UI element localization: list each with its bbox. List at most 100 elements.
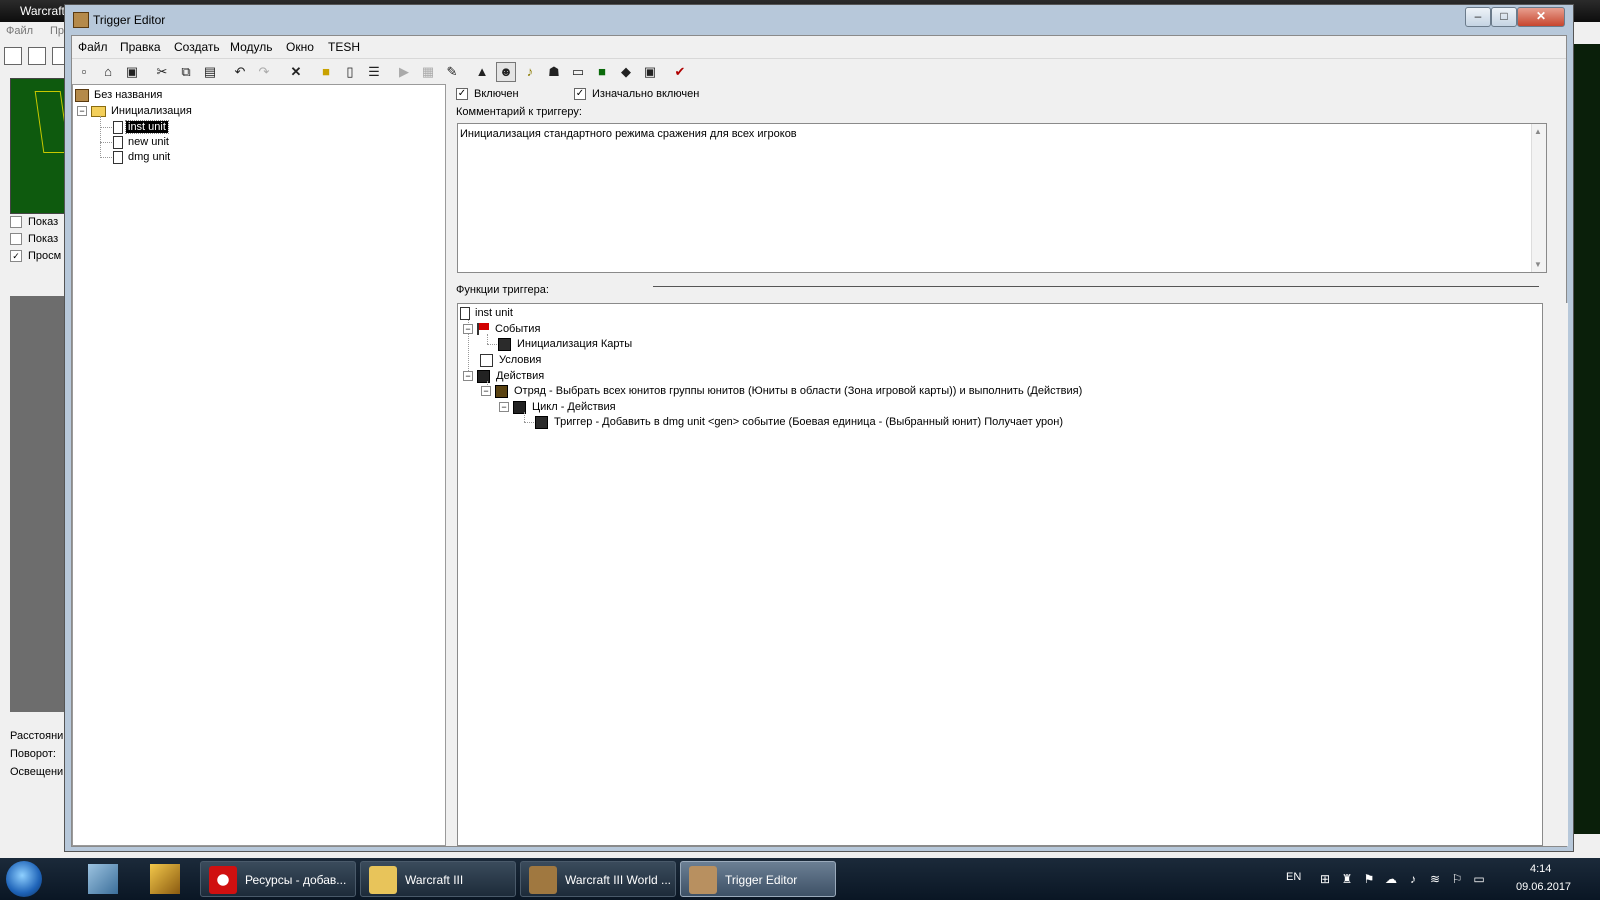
tree-root[interactable]: Без названия xyxy=(75,88,164,103)
bg-checkbox-2[interactable]: Показ xyxy=(10,233,58,247)
func-action-group-pick[interactable]: − Отряд - Выбрать всех юнитов группы юнит… xyxy=(481,384,1084,399)
folder-icon xyxy=(91,105,106,117)
initially-on-checkbox[interactable]: ✓ Изначально включен xyxy=(574,88,699,101)
menu-edit[interactable]: Правка xyxy=(120,40,161,54)
func-conditions-node[interactable]: Условия xyxy=(480,353,543,368)
task-folder[interactable]: Warcraft III xyxy=(360,861,516,897)
sound-editor-icon[interactable]: ♪ xyxy=(520,62,540,82)
actions-icon xyxy=(477,369,490,383)
menu-tesh[interactable]: TESH xyxy=(328,40,360,54)
check-icon: ✓ xyxy=(456,88,468,101)
func-event-map-init[interactable]: Инициализация Карты xyxy=(498,337,634,352)
comment-scrollbar[interactable]: ▲ ▼ xyxy=(1531,124,1546,272)
trigger-editor-icon xyxy=(689,866,717,894)
ai-editor-icon[interactable]: ■ xyxy=(592,62,612,82)
quicklaunch-app-icon[interactable] xyxy=(150,864,180,894)
start-button[interactable] xyxy=(6,861,42,897)
tesh-icon[interactable]: ✔ xyxy=(670,62,690,82)
language-indicator[interactable]: EN xyxy=(1286,871,1301,883)
task-world-editor[interactable]: Warcraft III World ... xyxy=(520,861,676,897)
func-actions-node[interactable]: − Действия xyxy=(463,369,546,384)
minimap[interactable] xyxy=(10,78,70,214)
delete-icon[interactable]: ✕ xyxy=(286,62,306,82)
redo-icon[interactable]: ↷ xyxy=(254,62,274,82)
new-icon[interactable] xyxy=(4,47,22,65)
functions-label: Функции триггера: xyxy=(456,284,549,296)
collapse-icon[interactable]: − xyxy=(481,386,491,397)
test-map-icon[interactable]: ▶ xyxy=(394,62,414,82)
taskbar: Ресурсы - добав... Warcraft III Warcraft… xyxy=(0,858,1600,900)
open-icon[interactable]: ⌂ xyxy=(98,62,118,82)
trigger-tree[interactable]: Без названия − Инициализация inst unit ne… xyxy=(72,84,446,846)
cloud-icon[interactable]: ☁ xyxy=(1384,872,1398,886)
new-trigger-icon[interactable]: ▯ xyxy=(340,62,360,82)
tree-trigger-dmg-unit[interactable]: dmg unit xyxy=(113,150,172,165)
menu-create[interactable]: Создать xyxy=(174,40,220,54)
clock-time[interactable]: 4:14 xyxy=(1530,863,1551,875)
task-trigger-editor[interactable]: Trigger Editor xyxy=(680,861,836,897)
disabled-icon[interactable]: ▦ xyxy=(418,62,438,82)
undo-icon[interactable]: ↶ xyxy=(230,62,250,82)
module-icon[interactable]: ▣ xyxy=(640,62,660,82)
new-icon[interactable]: ▫ xyxy=(74,62,94,82)
trigger-doc-icon xyxy=(113,135,123,149)
trigger-detail-pane: ✓ Включен ✓ Изначально включен Комментарий… xyxy=(452,84,1568,846)
terrain-editor-icon[interactable]: ▲ xyxy=(472,62,492,82)
clock-date[interactable]: 09.06.2017 xyxy=(1516,881,1571,893)
collapse-icon[interactable]: − xyxy=(463,324,473,335)
new-comment-icon[interactable]: ☰ xyxy=(364,62,384,82)
wifi-icon[interactable]: ≋ xyxy=(1428,872,1442,886)
wand-icon[interactable]: ✎ xyxy=(442,62,462,82)
import-manager-icon[interactable]: ◆ xyxy=(616,62,636,82)
comment-textarea[interactable]: Инициализация стандартного режима сражен… xyxy=(457,123,1547,273)
menu-file[interactable]: Файл xyxy=(78,40,108,54)
distance-label: Расстояни xyxy=(10,730,64,742)
comment-text: Инициализация стандартного режима сражен… xyxy=(460,128,797,140)
volume-icon[interactable]: ♪ xyxy=(1406,872,1420,886)
tree-category-init[interactable]: − Инициализация xyxy=(77,104,194,119)
open-icon[interactable] xyxy=(28,47,46,65)
func-loop-actions[interactable]: − Цикл - Действия xyxy=(499,400,618,415)
menubar: Файл Правка Создать Модуль Окно TESH xyxy=(72,36,1566,56)
paste-icon[interactable]: ▤ xyxy=(200,62,220,82)
action-center-icon[interactable]: ⚐ xyxy=(1450,872,1464,886)
network-icon[interactable]: ⊞ xyxy=(1318,872,1332,886)
map-icon xyxy=(75,88,89,102)
close-button[interactable]: ✕ xyxy=(1517,7,1565,27)
usb-icon[interactable]: ♜ xyxy=(1340,872,1354,886)
bg-checkbox-3[interactable]: ✓ Просм xyxy=(10,250,61,264)
quicklaunch-pen-icon[interactable] xyxy=(88,864,118,894)
display-icon[interactable]: ▭ xyxy=(1472,872,1486,886)
maximize-button[interactable]: □ xyxy=(1491,7,1517,27)
func-trigger-name[interactable]: inst unit xyxy=(460,306,515,321)
func-events-node[interactable]: − События xyxy=(463,322,542,337)
tree-trigger-inst-unit[interactable]: inst unit xyxy=(113,120,169,135)
cut-icon[interactable]: ✂ xyxy=(152,62,172,82)
collapse-icon[interactable]: − xyxy=(77,106,87,117)
menu-window[interactable]: Окно xyxy=(286,40,314,54)
scroll-down-icon[interactable]: ▼ xyxy=(1534,260,1542,269)
menu-module[interactable]: Модуль xyxy=(230,40,273,54)
unit-editor-icon[interactable]: ☻ xyxy=(496,62,516,82)
tree-trigger-new-unit[interactable]: new unit xyxy=(113,135,171,150)
campaign-editor-icon[interactable]: ▭ xyxy=(568,62,588,82)
new-category-icon[interactable]: ■ xyxy=(316,62,336,82)
copy-icon[interactable]: ⧉ xyxy=(176,62,196,82)
collapse-icon[interactable]: − xyxy=(499,402,509,413)
enabled-checkbox[interactable]: ✓ Включен xyxy=(456,88,519,101)
flag-tray-icon[interactable]: ⚑ xyxy=(1362,872,1376,886)
minimize-button[interactable]: – xyxy=(1465,7,1491,27)
comment-label: Комментарий к триггеру: xyxy=(456,106,582,118)
scroll-up-icon[interactable]: ▲ xyxy=(1534,127,1542,136)
window-titlebar[interactable]: Trigger Editor – □ ✕ xyxy=(65,5,1573,33)
task-opera[interactable]: Ресурсы - добав... xyxy=(200,861,356,897)
trigger-functions-tree[interactable]: inst unit − События Инициализация Карты У… xyxy=(457,303,1543,846)
pane-splitter[interactable] xyxy=(653,286,1539,287)
bg-checkbox-1[interactable]: Показ xyxy=(10,216,58,230)
collapse-icon[interactable]: − xyxy=(463,371,473,382)
world-editor-menu-edit[interactable]: Пр xyxy=(50,25,64,37)
world-editor-menu-file[interactable]: Файл xyxy=(6,25,33,37)
object-editor-icon[interactable]: ☗ xyxy=(544,62,564,82)
save-icon[interactable]: ▣ xyxy=(122,62,142,82)
func-sub-action-add-event[interactable]: Триггер - Добавить в dmg unit <gen> собы… xyxy=(535,415,1065,430)
